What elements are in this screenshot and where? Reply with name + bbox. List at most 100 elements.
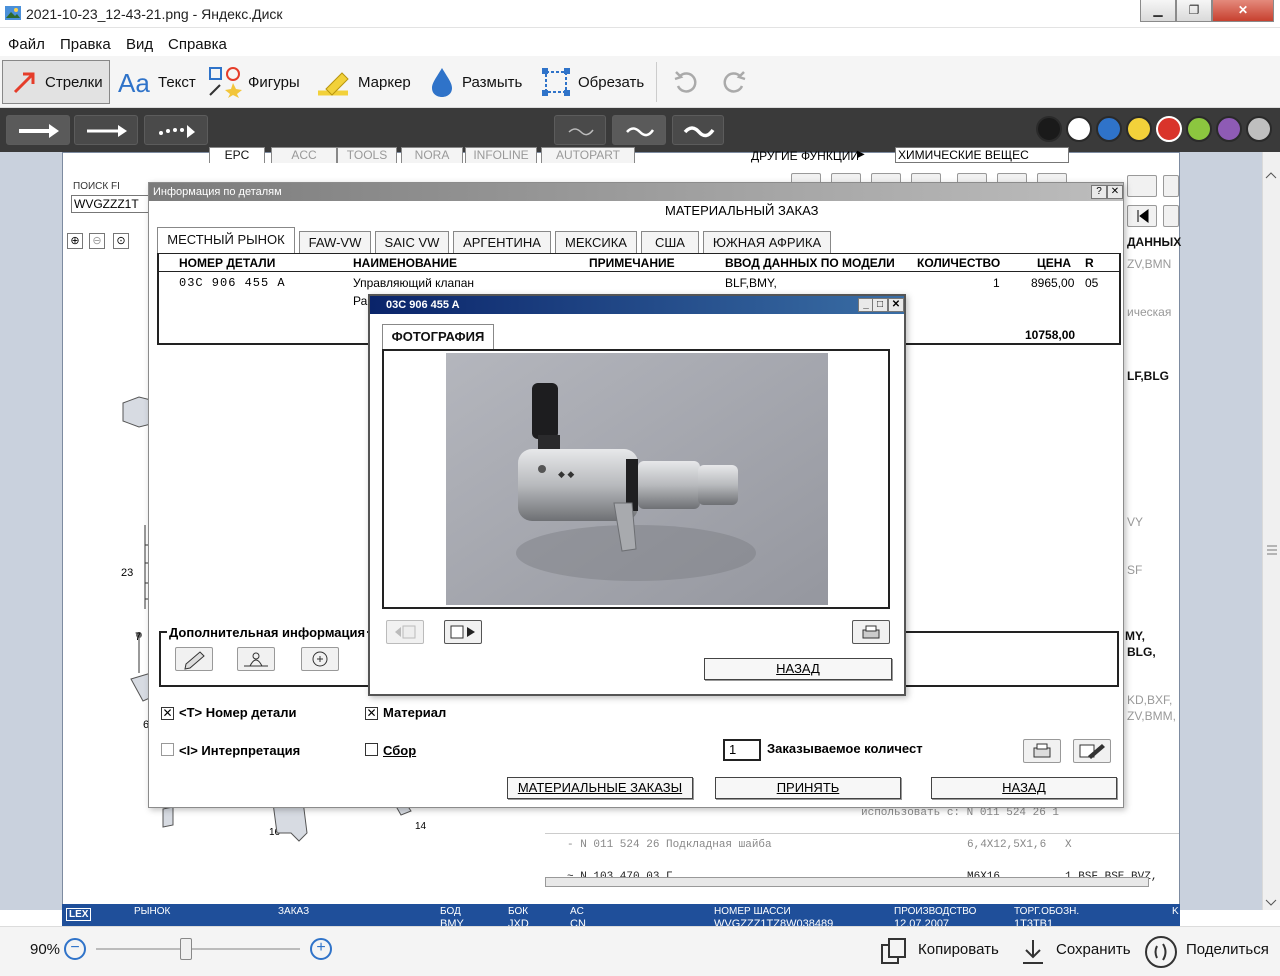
assembly-checkbox[interactable]	[365, 743, 378, 756]
tab-photo[interactable]: ФОТОГРАФИЯ	[382, 324, 494, 350]
tab-acc[interactable]: ACC	[271, 147, 337, 163]
prev-page-icon[interactable]	[1163, 205, 1179, 227]
chemicals-select[interactable]: ХИМИЧЕСКИЕ ВЕЩЕС	[895, 147, 1069, 163]
status-trade: ТОРГ.ОБОЗН.	[1014, 906, 1080, 917]
arrow-style-3-button[interactable]	[144, 115, 208, 145]
zoom-slider-track[interactable]	[96, 948, 300, 950]
back-button[interactable]: НАЗАД	[931, 777, 1117, 799]
tab-autopart[interactable]: AUTOPART	[541, 147, 635, 163]
photo-back-button[interactable]: НАЗАД	[704, 658, 892, 680]
interpretation-checkbox[interactable]	[161, 743, 174, 756]
menu-edit[interactable]: Правка	[60, 36, 111, 53]
marker-tool-button[interactable]: Маркер	[314, 60, 411, 104]
edit-document-icon[interactable]	[1073, 739, 1111, 763]
other-functions-label[interactable]: ДРУГИЕ ФУНКЦИИ	[751, 149, 859, 163]
line-width-thin-button[interactable]	[554, 115, 606, 145]
row-name: Управляющий клапан	[353, 276, 475, 290]
accept-button[interactable]: ПРИНЯТЬ	[715, 777, 901, 799]
material-checkbox[interactable]: ✕	[365, 707, 378, 720]
row-r: 05	[1085, 276, 1099, 290]
print-icon[interactable]	[1023, 739, 1061, 763]
first-page-icon[interactable]	[1127, 205, 1157, 227]
order-quantity-input[interactable]: 1	[723, 739, 761, 761]
line-width-medium-button[interactable]	[612, 115, 666, 145]
side-text-4: SF	[1127, 563, 1143, 577]
weight-icon[interactable]	[237, 647, 275, 671]
color-swatch-yellow[interactable]	[1126, 116, 1152, 142]
help-button[interactable]: ?	[1091, 185, 1107, 199]
color-swatch-black[interactable]	[1036, 116, 1062, 142]
prev-photo-icon[interactable]	[386, 620, 424, 644]
thin-arrow-icon	[87, 125, 127, 137]
color-swatch-red[interactable]	[1156, 116, 1182, 142]
side-text-5: MY,	[1125, 629, 1146, 643]
zoom-out-button[interactable]: −	[64, 938, 86, 960]
notes-icon[interactable]	[1127, 175, 1157, 197]
page-icon[interactable]	[1163, 175, 1179, 197]
row-part-number[interactable]: 03C 906 455 A	[179, 276, 286, 290]
status-box: БОК	[508, 906, 529, 917]
minimize-button[interactable]: ▁	[1140, 0, 1176, 22]
line-width-thick-button[interactable]	[672, 115, 724, 145]
crop-tool-label: Обрезать	[578, 73, 645, 91]
zoom-fit-icon[interactable]: ⊙	[113, 233, 129, 249]
status-order: ЗАКАЗ	[278, 906, 310, 917]
tab-infoline[interactable]: INFOLINE	[465, 147, 537, 163]
blur-tool-button[interactable]: Размыть	[428, 60, 522, 104]
search-add-icon[interactable]	[301, 647, 339, 671]
arrow-style-1-button[interactable]	[6, 115, 70, 145]
material-orders-button[interactable]: МАТЕРИАЛЬНЫЕ ЗАКАЗЫ	[507, 777, 693, 799]
menu-view[interactable]: Вид	[126, 36, 153, 53]
canvas-background-left	[0, 152, 62, 910]
scroll-up-icon	[1265, 160, 1277, 179]
horizontal-scrollbar[interactable]	[545, 877, 1149, 887]
tab-faw-vw[interactable]: FAW-VW	[299, 231, 371, 253]
share-button[interactable]: Поделиться	[1144, 935, 1274, 969]
save-label: Сохранить	[1056, 941, 1131, 958]
tab-argentina[interactable]: АРГЕНТИНА	[453, 231, 551, 253]
zoom-in-button[interactable]: +	[310, 938, 332, 960]
edit-pencil-icon[interactable]	[175, 647, 213, 671]
color-swatch-green[interactable]	[1186, 116, 1212, 142]
crop-tool-button[interactable]: Обрезать	[540, 60, 644, 104]
menu-help[interactable]: Справка	[168, 36, 227, 53]
redo-button[interactable]	[720, 60, 754, 104]
arrow-style-2-button[interactable]	[74, 115, 138, 145]
shapes-tool-button[interactable]: Фигуры	[208, 60, 300, 104]
tab-mexico[interactable]: МЕКСИКА	[555, 231, 637, 253]
color-swatch-gray[interactable]	[1246, 116, 1272, 142]
color-swatch-blue[interactable]	[1096, 116, 1122, 142]
window-title-bar: 2021-10-23_12-43-21.png - Яндекс.Диск ▁ …	[0, 0, 1280, 28]
tab-saic-vw[interactable]: SAIC VW	[375, 231, 449, 253]
zoom-slider-thumb[interactable]	[180, 938, 192, 960]
print-icon[interactable]	[852, 620, 890, 644]
chemicals-select-value: ХИМИЧЕСКИЕ ВЕЩЕС	[898, 148, 1029, 162]
zoom-in-icon[interactable]: ⊕	[67, 233, 83, 249]
tab-epc[interactable]: EPC	[209, 147, 265, 163]
text-tool-button[interactable]: Aa Текст	[118, 60, 196, 104]
color-swatch-purple[interactable]	[1216, 116, 1242, 142]
zoom-out-icon[interactable]: ⊖	[89, 233, 105, 249]
list-row-1-dim: 6,4X12,5X1,6	[967, 839, 1047, 851]
tab-usa[interactable]: США	[641, 231, 699, 253]
part-number-checkbox[interactable]: ✕	[161, 707, 174, 720]
search-fi-label: ПОИСК FI	[73, 181, 120, 192]
menu-file[interactable]: Файл	[8, 36, 45, 53]
search-fi-input[interactable]: WVGZZZ1T	[71, 195, 151, 213]
save-button[interactable]: Сохранить	[1020, 935, 1136, 969]
tab-tools[interactable]: TOOLS	[337, 147, 397, 163]
close-icon[interactable]: ✕	[888, 298, 904, 312]
close-icon[interactable]: ✕	[1107, 185, 1123, 199]
vertical-scrollbar[interactable]	[1262, 152, 1280, 910]
maximize-icon[interactable]: □	[872, 298, 888, 312]
maximize-button[interactable]: ❐	[1176, 0, 1212, 22]
close-button[interactable]: ✕	[1212, 0, 1274, 22]
color-swatch-white[interactable]	[1066, 116, 1092, 142]
tab-local-market[interactable]: МЕСТНЫЙ РЫНОК	[157, 227, 295, 253]
next-photo-icon[interactable]	[444, 620, 482, 644]
tab-nora[interactable]: NORA	[401, 147, 463, 163]
arrows-tool-button[interactable]: Стрелки	[2, 60, 110, 104]
copy-button[interactable]: Копировать	[880, 935, 1006, 969]
undo-button[interactable]	[672, 60, 706, 104]
tab-south-africa[interactable]: ЮЖНАЯ АФРИКА	[703, 231, 831, 253]
